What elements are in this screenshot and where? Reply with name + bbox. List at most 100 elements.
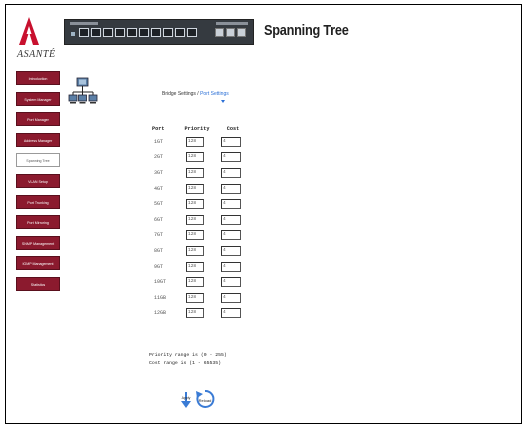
asante-logo-icon	[18, 16, 40, 46]
priority-input[interactable]: 128	[186, 199, 204, 210]
switch-port[interactable]	[151, 28, 161, 37]
cost-input[interactable]: 4	[221, 167, 241, 178]
cost-input[interactable]: 4	[221, 277, 241, 288]
table-row: 7GT 128 4	[150, 228, 252, 244]
switch-label-mark	[70, 22, 98, 25]
cost-input[interactable]: 4	[221, 245, 241, 256]
uplink-port[interactable]	[226, 28, 235, 37]
priority-cell: 128	[174, 199, 216, 210]
cost-input[interactable]: 4	[221, 183, 241, 194]
priority-input[interactable]: 128	[186, 292, 204, 303]
switch-port[interactable]	[175, 28, 185, 37]
sidebar-item-spanning-tree[interactable]: Spanning Tree	[16, 153, 60, 168]
priority-input[interactable]: 128	[186, 214, 204, 225]
cost-cell: 4	[216, 136, 246, 147]
apply-icon[interactable]: Apply	[179, 391, 193, 409]
priority-cell: 128	[174, 308, 216, 319]
reload-label: Reload	[199, 398, 212, 403]
port-name: 8GT	[154, 247, 164, 254]
port-name: 1GT	[154, 138, 164, 145]
cost-cell: 4	[216, 292, 246, 303]
switch-port[interactable]	[139, 28, 149, 37]
priority-input[interactable]: 128	[186, 152, 204, 163]
apply-label: Apply	[182, 396, 191, 400]
cost-input[interactable]: 4	[221, 308, 241, 319]
priority-input[interactable]: 128	[186, 308, 204, 319]
priority-cell: 128	[174, 183, 216, 194]
cost-input[interactable]: 4	[221, 136, 241, 147]
switch-port[interactable]	[187, 28, 197, 37]
priority-range-hint: Priority range is (0 - 255)	[149, 353, 227, 358]
column-header-port: Port	[152, 126, 165, 132]
priority-cell: 128	[174, 277, 216, 288]
switch-port[interactable]	[91, 28, 101, 37]
port-name: 4GT	[154, 185, 164, 192]
switch-port[interactable]	[115, 28, 125, 37]
column-header-cost: Cost	[226, 126, 240, 132]
breadcrumb-port-settings[interactable]: Port Settings	[200, 91, 229, 97]
port-name: 5GT	[154, 201, 164, 208]
priority-cell: 128	[174, 292, 216, 303]
priority-input[interactable]: 128	[186, 136, 204, 147]
switch-port[interactable]	[163, 28, 173, 37]
priority-input[interactable]: 128	[186, 183, 204, 194]
priority-cell: 128	[174, 245, 216, 256]
sidebar-item-port-trunking[interactable]: Port Trunking	[16, 194, 60, 209]
cost-input[interactable]: 4	[221, 292, 241, 303]
priority-input[interactable]: 128	[186, 261, 204, 272]
sidebar-item-statistics[interactable]: Statistics	[16, 276, 60, 291]
priority-input[interactable]: 128	[186, 245, 204, 256]
port-name: 3GT	[154, 169, 164, 176]
table-header: Port Priority Cost	[150, 126, 252, 134]
cost-cell: 4	[216, 152, 246, 163]
switch-port[interactable]	[79, 28, 89, 37]
table-row: 5GT 128 4	[150, 196, 252, 212]
sidebar-item-system-manager[interactable]: System Manager	[16, 91, 60, 106]
uplink-port[interactable]	[215, 28, 224, 37]
page-frame: ASANTÉ Introduction System Manager Port Ma…	[5, 4, 522, 424]
table-row: 12GB 128 4	[150, 306, 252, 322]
sidebar-item-snmp-management[interactable]: SNMP Management	[16, 235, 60, 250]
cost-input[interactable]: 4	[221, 214, 241, 225]
sidebar-nav: Introduction System Manager Port Manager Ad…	[16, 71, 60, 298]
table-body: 1GT 128 4 2GT 128 4 3GT 128 4 4GT 128 4 5GT 128 4 6GT 12…	[150, 134, 252, 321]
priority-cell: 128	[174, 152, 216, 163]
reload-icon[interactable]: Reload	[194, 387, 216, 411]
sidebar-item-igmp-management[interactable]: IGMP Management	[16, 256, 60, 271]
cost-input[interactable]: 4	[221, 152, 241, 163]
cost-input[interactable]: 4	[221, 230, 241, 241]
switch-port[interactable]	[103, 28, 113, 37]
cost-range-hint: Cost range is (1 - 65535)	[149, 361, 221, 366]
switch-uplink-ports	[215, 28, 246, 37]
port-name: 7GT	[154, 232, 164, 239]
cost-input[interactable]: 4	[221, 261, 241, 272]
sidebar-item-vlan-setup[interactable]: VLAN Setup	[16, 173, 60, 188]
cost-cell: 4	[216, 245, 246, 256]
sidebar-item-port-mirroring[interactable]: Port Mirroring	[16, 215, 60, 230]
port-name: 9GT	[154, 263, 164, 270]
priority-cell: 128	[174, 214, 216, 225]
sidebar-item-port-manager[interactable]: Port Manager	[16, 112, 60, 127]
breadcrumb-bridge-settings[interactable]: Bridge Settings	[162, 91, 196, 97]
priority-input[interactable]: 128	[186, 167, 204, 178]
column-header-priority: Priority	[184, 126, 210, 132]
table-row: 2GT 128 4	[150, 150, 252, 166]
port-name: 6GT	[154, 216, 164, 223]
priority-input[interactable]: 128	[186, 277, 204, 288]
cost-cell: 4	[216, 199, 246, 210]
priority-cell: 128	[174, 136, 216, 147]
table-row: 3GT 128 4	[150, 165, 252, 181]
port-name: 11GB	[154, 294, 167, 301]
priority-input[interactable]: 128	[186, 230, 204, 241]
cost-cell: 4	[216, 167, 246, 178]
table-row: 8GT 128 4	[150, 243, 252, 259]
cost-cell: 4	[216, 277, 246, 288]
cost-cell: 4	[216, 183, 246, 194]
sidebar-item-address-manager[interactable]: Address Manager	[16, 132, 60, 147]
page-title: Spanning Tree	[264, 22, 349, 39]
switch-port[interactable]	[127, 28, 137, 37]
sidebar-item-introduction[interactable]: Introduction	[16, 71, 60, 85]
cost-cell: 4	[216, 261, 246, 272]
cost-input[interactable]: 4	[221, 199, 241, 210]
uplink-port[interactable]	[237, 28, 246, 37]
